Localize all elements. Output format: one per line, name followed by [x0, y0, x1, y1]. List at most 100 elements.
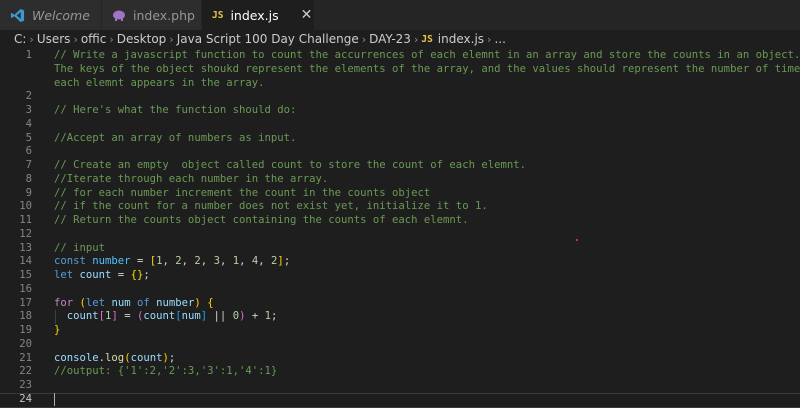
code-text: for (let num of number) { — [54, 297, 800, 311]
code-line[interactable]: 6 — [0, 145, 800, 159]
code-text: each elemnt appears in the array. — [54, 77, 800, 91]
line-number: 9 — [25, 186, 32, 199]
breadcrumb-item[interactable]: C: — [14, 32, 26, 46]
indent-guide — [55, 310, 56, 324]
code-line[interactable]: 13 // input — [0, 242, 800, 256]
line-number — [0, 77, 54, 91]
php-elephant-icon — [112, 10, 126, 21]
breadcrumb: C: › Users › offic › Desktop › Java Scri… — [0, 30, 800, 48]
code-line[interactable]: 3 // Here's what the function should do: — [0, 104, 800, 118]
code-text: const number = [1, 2, 2, 3, 1, 4, 2]; — [54, 255, 800, 269]
code-line[interactable]: 24 — [0, 393, 800, 407]
code-token: ; — [283, 255, 291, 268]
line-number: 4 — [25, 117, 32, 130]
chevron-right-icon: › — [29, 32, 34, 46]
code-line[interactable]: 11 // Return the counts object containing… — [0, 214, 800, 228]
code-token: let — [54, 269, 74, 281]
close-icon[interactable]: ✕ — [301, 7, 313, 23]
code-text: // Write a javascript function to count … — [54, 49, 800, 63]
code-token: // Write a javascript function to count … — [54, 49, 800, 61]
code-token: , — [239, 255, 252, 268]
code-token: count — [143, 310, 176, 323]
breadcrumb-item[interactable]: offic — [81, 32, 107, 46]
code-token: count — [66, 310, 99, 323]
code-line[interactable]: 4 — [0, 118, 800, 132]
code-token: log — [105, 351, 125, 364]
code-line[interactable]: 23 — [0, 379, 800, 393]
tab-index-js[interactable]: JS index.js ✕ — [202, 0, 315, 30]
code-line[interactable]: 12 — [0, 228, 800, 242]
code-token: let — [85, 296, 106, 309]
code-editor[interactable]: 1 // Write a javascript function to count… — [0, 48, 800, 408]
line-number: 21 — [19, 351, 32, 364]
line-number: 16 — [19, 282, 32, 295]
breadcrumb-more[interactable]: ... — [494, 32, 505, 46]
tab-label: Welcome — [32, 7, 90, 23]
line-number: 22 — [19, 365, 32, 378]
code-line[interactable]: 19} — [0, 324, 800, 338]
code-line[interactable]: 22 //output: {'1':2,'2':3,'3':1,'4':1} — [0, 365, 800, 379]
code-token: = — [117, 310, 137, 323]
code-text: } — [54, 324, 800, 338]
line-number: 23 — [19, 379, 32, 391]
code-line[interactable]: 5 //Accept an array of numbers as input. — [0, 132, 800, 146]
line-number: 8 — [25, 172, 32, 185]
code-line[interactable]: 15 let count = {}; — [0, 269, 800, 283]
code-text: The keys of the object shoukd represent … — [54, 63, 800, 77]
code-line[interactable]: 16 — [0, 283, 800, 297]
code-line[interactable]: 21 console.log(count); — [0, 352, 800, 366]
code-token: || — [207, 310, 233, 323]
code-token: each elemnt appears in the array. — [54, 76, 265, 89]
code-line[interactable]: The keys of the object shoukd represent … — [0, 63, 800, 77]
chevron-right-icon: › — [487, 32, 492, 46]
code-line[interactable]: 8 //Iterate through each number in the ar… — [0, 173, 800, 187]
code-line[interactable]: 20 — [0, 338, 800, 352]
tab-label: index.php — [133, 7, 195, 23]
code-line[interactable]: 7 // Create an empty object called count … — [0, 159, 800, 173]
tab-welcome[interactable]: Welcome — [0, 0, 102, 30]
breadcrumb-file[interactable]: index.js — [438, 32, 484, 46]
code-text: // Return the counts object containing t… — [54, 214, 800, 228]
breadcrumb-item[interactable]: DAY-23 — [369, 32, 411, 46]
code-text: console.log(count); — [54, 352, 800, 366]
code-line[interactable]: 2 — [0, 90, 800, 104]
code-line[interactable]: 14 const number = [1, 2, 2, 3, 1, 4, 2]; — [0, 255, 800, 269]
code-line[interactable]: 10 // if the count for a number does not … — [0, 200, 800, 214]
code-token: , — [200, 255, 214, 268]
code-token: number — [156, 296, 195, 309]
code-line[interactable]: 1 // Write a javascript function to count… — [0, 49, 800, 63]
code-line[interactable]: 17 for (let num of number) { — [0, 297, 800, 311]
line-number: 19 — [19, 324, 32, 336]
code-token: ; — [143, 269, 150, 281]
code-token: ; — [271, 310, 278, 323]
code-token: of — [136, 296, 150, 309]
chevron-right-icon: › — [109, 32, 114, 46]
code-token: // for each number increment the count i… — [54, 186, 431, 199]
line-number: 24 — [19, 392, 32, 405]
tab-bar: Welcome index.php JS index.js ✕ — [0, 0, 800, 30]
line-number: 14 — [19, 255, 32, 268]
code-token: // input — [54, 241, 106, 254]
code-token: // Create an empty object called count t… — [54, 159, 526, 171]
line-number: 1 — [25, 49, 32, 61]
breadcrumb-item[interactable]: Users — [37, 32, 71, 46]
vscode-logo-icon — [10, 8, 25, 23]
code-text: // for each number increment the count i… — [54, 187, 800, 201]
line-number: 20 — [19, 337, 32, 350]
code-token: = — [130, 255, 150, 268]
breadcrumb-item[interactable]: Java Script 100 Day Challenge — [177, 32, 359, 46]
code-token: count — [130, 351, 163, 364]
tab-index-php[interactable]: index.php — [102, 0, 202, 30]
breadcrumb-item[interactable]: Desktop — [117, 32, 167, 46]
code-token: = — [111, 269, 131, 281]
code-line[interactable]: 9 // for each number increment the count … — [0, 187, 800, 201]
js-file-icon: JS — [212, 9, 224, 21]
code-line[interactable]: 18 count[1] = (count[num] || 0) + 1; — [0, 310, 800, 324]
code-token: , — [162, 255, 176, 268]
chevron-right-icon: › — [413, 32, 419, 46]
code-line[interactable]: each elemnt appears in the array. — [0, 77, 800, 91]
